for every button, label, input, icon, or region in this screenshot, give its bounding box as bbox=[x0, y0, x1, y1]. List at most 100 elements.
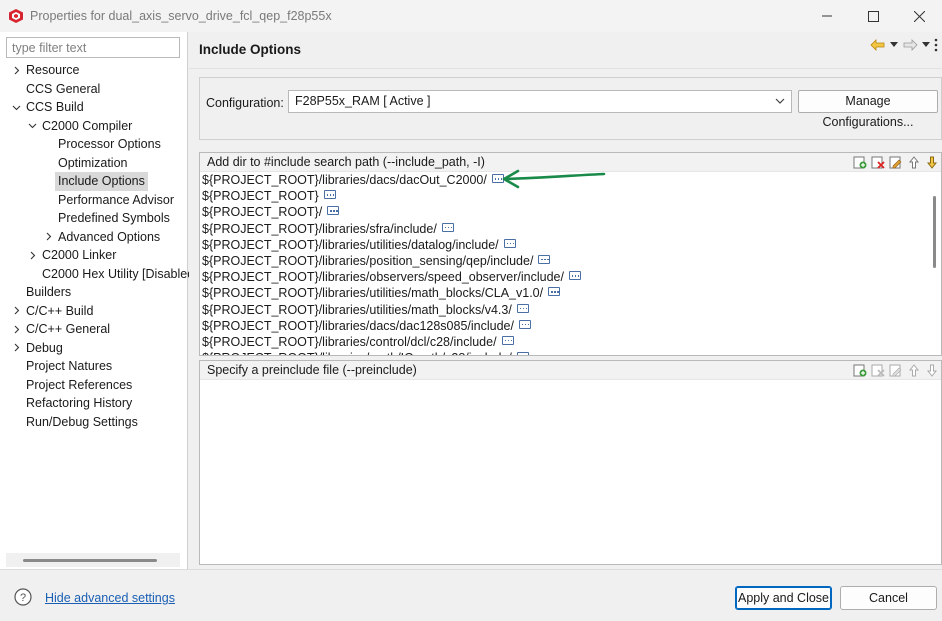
add-icon[interactable] bbox=[853, 155, 867, 169]
include-path-item[interactable]: ${PROJECT_ROOT}/libraries/sfra/include/ bbox=[200, 221, 941, 237]
configuration-select[interactable]: F28P55x_RAM [ Active ] bbox=[288, 90, 792, 113]
more-icon[interactable] bbox=[516, 352, 529, 355]
include-path-item[interactable]: ${PROJECT_ROOT}/libraries/utilities/data… bbox=[200, 237, 941, 253]
chevron-right-icon[interactable] bbox=[10, 302, 22, 321]
tree-item[interactable]: C2000 Hex Utility [Disabled] bbox=[0, 265, 198, 284]
include-list-scrollbar[interactable] bbox=[928, 172, 941, 355]
delete-icon[interactable] bbox=[871, 363, 885, 377]
include-path-item[interactable]: ${PROJECT_ROOT}/libraries/position_sensi… bbox=[200, 253, 941, 269]
more-icon[interactable] bbox=[568, 271, 581, 281]
chevron-right-icon[interactable] bbox=[42, 228, 54, 247]
chevron-right-icon[interactable] bbox=[10, 61, 22, 80]
forward-dropdown-icon[interactable] bbox=[922, 42, 930, 48]
minimize-button[interactable] bbox=[804, 0, 850, 32]
include-path-item[interactable]: ${PROJECT_ROOT}/libraries/observers/spee… bbox=[200, 269, 941, 285]
hide-advanced-settings-link[interactable]: Hide advanced settings bbox=[45, 591, 175, 605]
tree-item[interactable]: C/C++ Build bbox=[0, 302, 188, 321]
tree-item[interactable]: CCS Build bbox=[0, 98, 188, 117]
tree-item[interactable]: Processor Options bbox=[0, 135, 188, 154]
more-icon[interactable] bbox=[501, 335, 514, 345]
annotation-arrow-icon bbox=[502, 169, 606, 189]
edit-icon[interactable] bbox=[889, 155, 903, 169]
cancel-button[interactable]: Cancel bbox=[840, 586, 937, 610]
include-path-text: ${PROJECT_ROOT} bbox=[202, 189, 319, 204]
include-path-item[interactable]: ${PROJECT_ROOT}/libraries/utilities/math… bbox=[200, 302, 941, 318]
forward-arrow-icon[interactable] bbox=[902, 39, 918, 51]
more-icon[interactable] bbox=[516, 303, 529, 313]
include-path-item[interactable]: ${PROJECT_ROOT}/libraries/control/dcl/c2… bbox=[200, 334, 941, 350]
tree-item[interactable]: Builders bbox=[0, 283, 188, 302]
tree-item[interactable]: Refactoring History bbox=[0, 394, 188, 413]
tree-item-label: Debug bbox=[26, 340, 63, 355]
chevron-right-icon[interactable] bbox=[10, 339, 22, 358]
properties-page: Include Options Configuration: F28P55x_R… bbox=[189, 32, 942, 569]
tree-item-label: Include Options bbox=[55, 172, 148, 191]
tree-item[interactable]: Run/Debug Settings bbox=[0, 413, 188, 432]
filter-input[interactable] bbox=[6, 37, 180, 58]
tree-item[interactable]: C/C++ General bbox=[0, 320, 188, 339]
preinclude-list: Specify a preinclude file (--preinclude) bbox=[199, 360, 942, 565]
header-separator bbox=[189, 68, 942, 69]
tree-item-label: C2000 Compiler bbox=[42, 118, 133, 133]
delete-icon[interactable] bbox=[871, 155, 885, 169]
page-navigation bbox=[870, 38, 938, 52]
tree-item[interactable]: CCS General bbox=[0, 80, 188, 99]
tree-item[interactable]: Project Natures bbox=[0, 357, 188, 376]
back-arrow-icon[interactable] bbox=[870, 39, 886, 51]
tree-item[interactable]: C2000 Linker bbox=[0, 246, 188, 265]
tree-item-label: CCS Build bbox=[26, 100, 84, 114]
scrollbar-thumb[interactable] bbox=[933, 196, 936, 268]
tree-item[interactable]: Project References bbox=[0, 376, 188, 395]
tree-item[interactable]: Include Options bbox=[0, 172, 188, 191]
tree-item[interactable]: C2000 Compiler bbox=[0, 117, 188, 136]
tree-item-label: C/C++ Build bbox=[26, 303, 94, 318]
close-icon bbox=[913, 10, 925, 22]
include-path-item[interactable]: ${PROJECT_ROOT}/libraries/math/IQmath/c2… bbox=[200, 350, 941, 355]
close-button[interactable] bbox=[896, 0, 942, 32]
include-path-text: ${PROJECT_ROOT}/libraries/utilities/math… bbox=[202, 302, 512, 317]
more-icon[interactable] bbox=[518, 319, 531, 329]
include-path-item[interactable]: ${PROJECT_ROOT}/libraries/utilities/math… bbox=[200, 285, 941, 301]
view-menu-icon[interactable] bbox=[934, 38, 938, 52]
chevron-down-icon[interactable] bbox=[10, 98, 22, 117]
maximize-button[interactable] bbox=[850, 0, 896, 32]
tree-item[interactable]: Optimization bbox=[0, 154, 188, 173]
back-dropdown-icon[interactable] bbox=[890, 42, 898, 48]
tree-item-label: Predefined Symbols bbox=[58, 211, 170, 225]
preinclude-header: Specify a preinclude file (--preinclude) bbox=[200, 361, 941, 380]
more-icon[interactable] bbox=[548, 287, 561, 297]
tree-item-label: C/C++ General bbox=[26, 322, 111, 336]
tree-item-label: Builders bbox=[26, 285, 72, 299]
configuration-label: Configuration: bbox=[206, 96, 284, 110]
more-icon[interactable] bbox=[503, 238, 516, 248]
add-icon[interactable] bbox=[853, 363, 867, 377]
chevron-right-icon[interactable] bbox=[26, 246, 38, 265]
tree-item[interactable]: Resource bbox=[0, 61, 188, 80]
scrollbar-thumb[interactable] bbox=[23, 559, 157, 562]
include-path-text: ${PROJECT_ROOT}/libraries/utilities/data… bbox=[202, 237, 499, 252]
help-icon[interactable]: ? bbox=[14, 588, 32, 606]
include-path-item[interactable]: ${PROJECT_ROOT}/ bbox=[200, 204, 941, 220]
include-path-text: ${PROJECT_ROOT}/libraries/sfra/include/ bbox=[202, 221, 437, 236]
tree-item-label: C2000 Linker bbox=[42, 248, 117, 262]
chevron-down-icon[interactable] bbox=[26, 117, 38, 136]
chevron-right-icon[interactable] bbox=[10, 320, 22, 339]
more-icon[interactable] bbox=[441, 222, 454, 232]
manage-configurations-button[interactable]: Manage Configurations... bbox=[798, 90, 938, 129]
tree-horizontal-scrollbar[interactable] bbox=[6, 553, 180, 567]
edit-icon[interactable] bbox=[889, 363, 903, 377]
more-icon[interactable] bbox=[327, 206, 340, 216]
tree-item-label: Resource bbox=[26, 63, 80, 77]
move-up-icon[interactable] bbox=[907, 363, 921, 377]
more-icon[interactable] bbox=[538, 254, 551, 264]
move-down-icon[interactable] bbox=[925, 155, 939, 169]
tree-item[interactable]: Advanced Options bbox=[0, 228, 188, 247]
move-up-icon[interactable] bbox=[907, 155, 921, 169]
move-down-icon[interactable] bbox=[925, 363, 939, 377]
tree-item[interactable]: Performance Advisor bbox=[0, 191, 188, 210]
apply-and-close-button[interactable]: Apply and Close bbox=[735, 586, 832, 610]
include-path-item[interactable]: ${PROJECT_ROOT}/libraries/dacs/dac128s08… bbox=[200, 318, 941, 334]
tree-item[interactable]: Debug bbox=[0, 339, 188, 358]
tree-item[interactable]: Predefined Symbols bbox=[0, 209, 188, 228]
more-icon[interactable] bbox=[323, 190, 336, 200]
